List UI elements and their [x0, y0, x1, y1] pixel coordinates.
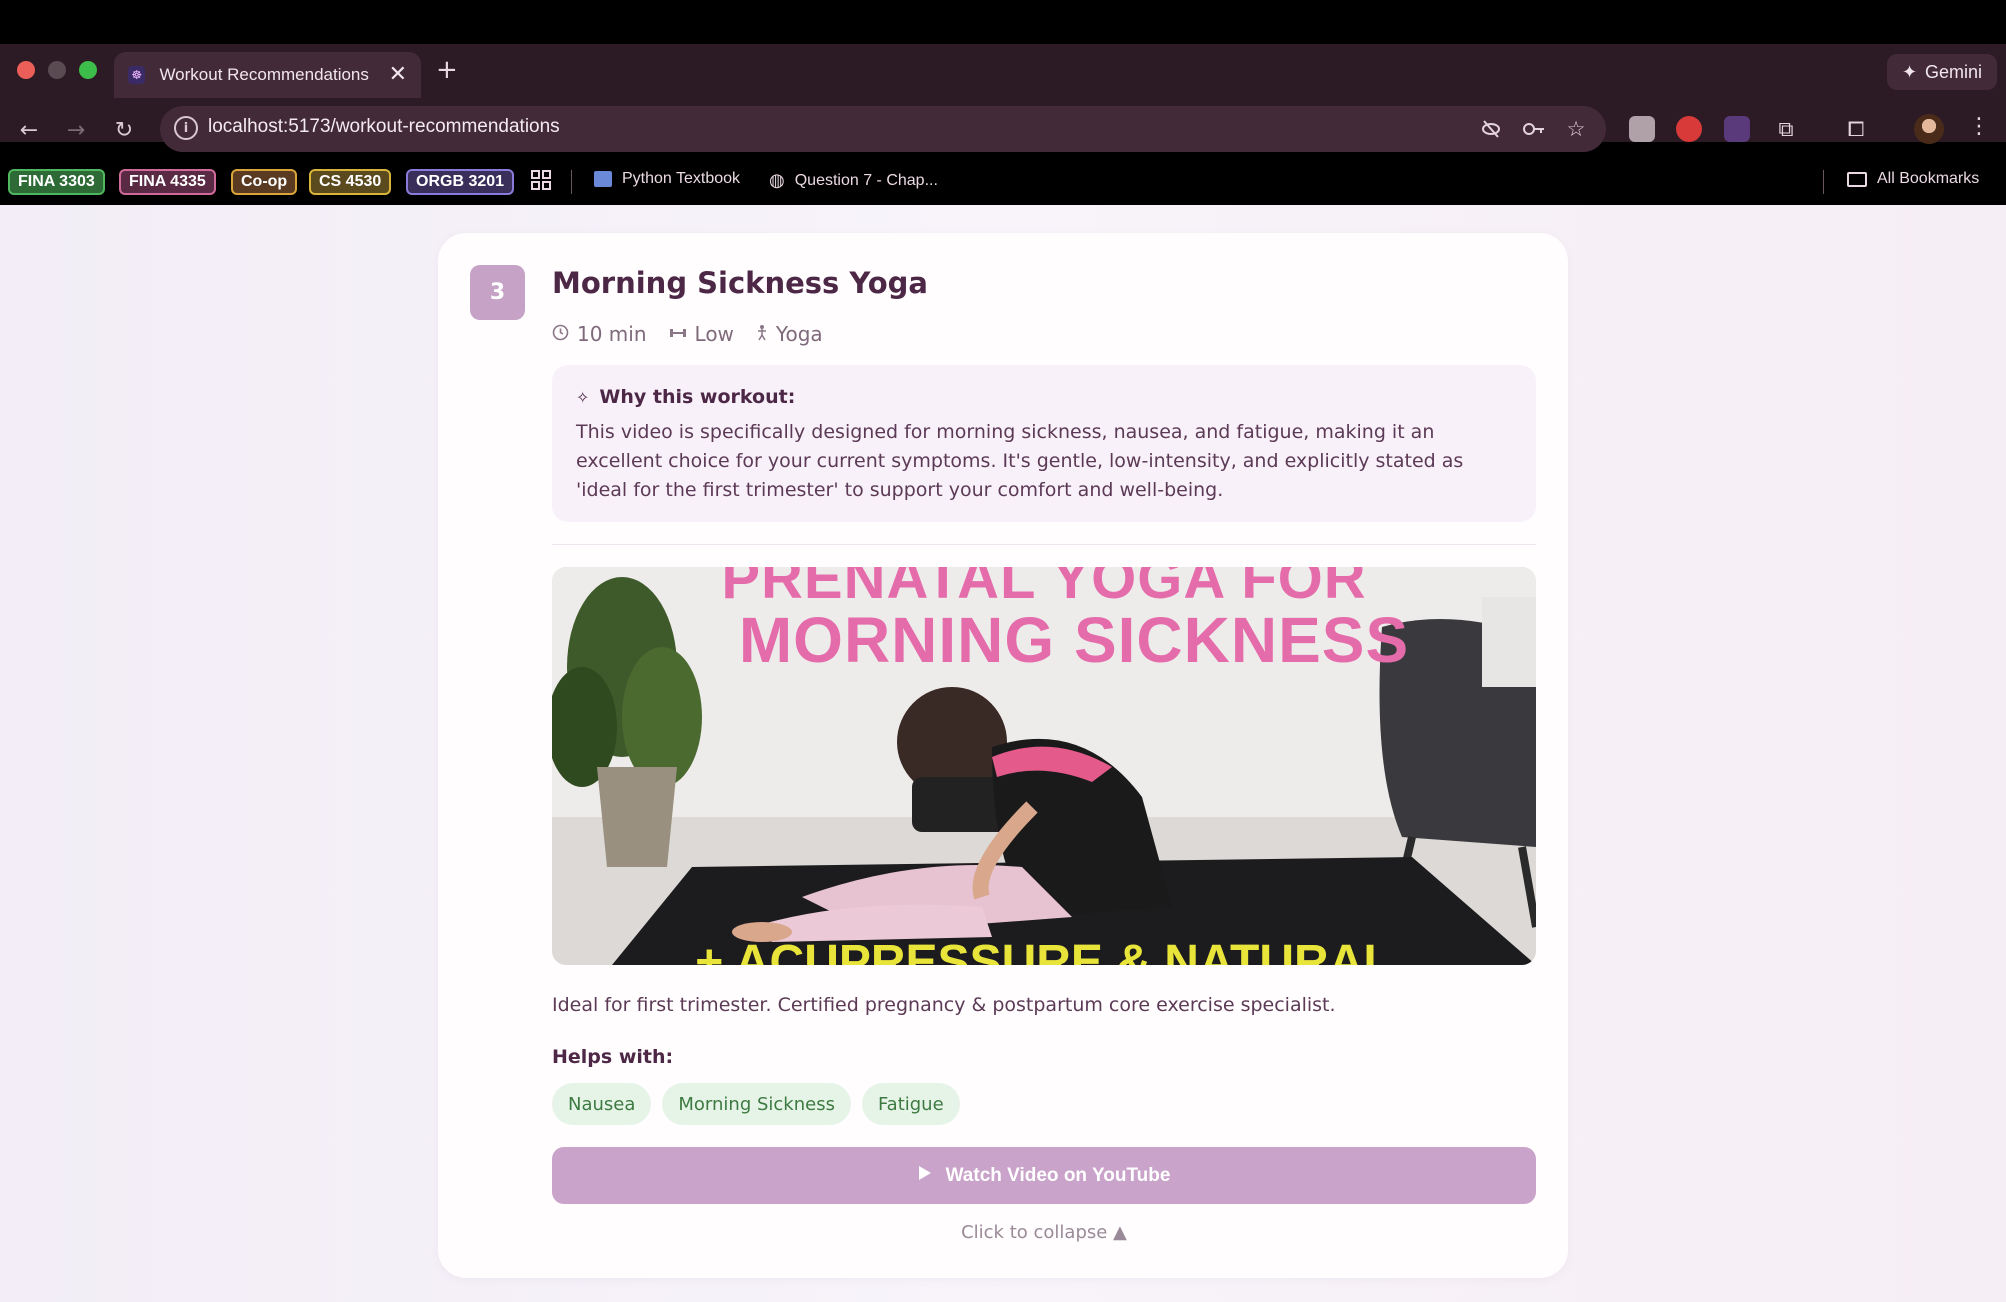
all-bookmarks[interactable]: All Bookmarks — [1847, 170, 1979, 188]
watch-video-label: Watch Video on YouTube — [945, 1164, 1171, 1186]
bookmark-python-textbook[interactable]: Python Textbook — [594, 170, 740, 188]
bookmark-fina-3303[interactable]: FINA 3303 — [8, 169, 105, 195]
bookmark-co-op[interactable]: Co-op — [231, 169, 298, 195]
duration-meta: 10 min — [552, 322, 647, 346]
extension-3-icon[interactable] — [1724, 116, 1750, 142]
sparkle-icon: ✦ — [1901, 61, 1918, 82]
video-thumbnail[interactable]: PRENATAL YOGA FOR MORNING SICKNESS + ACU… — [552, 567, 1536, 965]
menu-bar — [0, 0, 2006, 44]
browser-tab[interactable]: ☸ Workout Recommendations | ✕ — [114, 52, 421, 98]
collapse-toggle[interactable]: Click to collapse ▲ — [552, 1222, 1536, 1243]
url-text[interactable]: localhost:5173/workout-recommendations — [208, 116, 560, 138]
bookmark-separator — [571, 170, 572, 194]
site-info-icon[interactable]: i — [174, 116, 198, 140]
intensity-text: Low — [694, 322, 734, 346]
play-icon — [918, 1165, 932, 1187]
bookmark-label: Python Textbook — [622, 170, 741, 187]
folder-icon — [1847, 171, 1867, 187]
key-icon[interactable] — [1521, 116, 1547, 142]
why-heading: ✧ Why this workout: — [576, 386, 795, 408]
person-icon — [756, 324, 768, 345]
symptom-tags: Nausea Morning Sickness Fatigue — [552, 1083, 960, 1125]
video-title-main: MORNING SICKNESS — [738, 604, 1410, 676]
gemini-button[interactable]: ✦ Gemini — [1887, 54, 1997, 90]
type-meta: Yoga — [756, 322, 823, 346]
back-icon[interactable]: ← — [13, 114, 45, 146]
extension-1-icon[interactable] — [1629, 116, 1655, 142]
all-bookmarks-label: All Bookmarks — [1877, 170, 1980, 187]
sparkles-icon: ✧ — [576, 387, 590, 407]
star-icon[interactable]: ☆ — [1563, 116, 1589, 142]
why-text: This video is specifically designed for … — [576, 421, 1464, 501]
workout-description: Ideal for first trimester. Certified pre… — [552, 994, 1336, 1016]
reload-icon[interactable]: ↻ — [108, 114, 140, 146]
globe-icon: ◍ — [769, 170, 785, 190]
apps-grid-icon[interactable] — [531, 170, 551, 190]
duration-text: 10 min — [577, 322, 647, 346]
workout-meta: 10 min Low Yoga — [552, 322, 823, 346]
tab-favicon-icon: ☸ — [128, 66, 146, 84]
type-text: Yoga — [775, 322, 823, 346]
bookmark-orgb-3201[interactable]: ORGB 3201 — [406, 169, 515, 195]
forward-icon[interactable]: → — [60, 114, 92, 146]
video-title-bottom: + ACUPRESSURE & NATURAL — [695, 936, 1393, 965]
extensions-puzzle-icon[interactable]: ⧉ — [1773, 116, 1799, 142]
close-window-button[interactable] — [17, 61, 35, 79]
helps-with-label: Helps with: — [552, 1046, 674, 1068]
workout-number-badge: 3 — [470, 265, 525, 320]
tab-title: Workout Recommendations | — [159, 65, 375, 84]
eye-slash-icon[interactable] — [1478, 116, 1504, 142]
bookmark-question-7[interactable]: ◍ Question 7 - Chap... — [769, 170, 938, 191]
profile-avatar[interactable] — [1914, 114, 1944, 144]
clock-icon — [552, 324, 569, 345]
tag-nausea: Nausea — [552, 1083, 652, 1125]
monitor-icon — [594, 171, 612, 187]
close-tab-icon[interactable]: ✕ — [389, 64, 407, 86]
intensity-meta: Low — [669, 322, 734, 346]
new-tab-button[interactable]: + — [436, 55, 458, 85]
extension-2-icon[interactable] — [1676, 116, 1702, 142]
why-heading-text: Why this workout: — [599, 386, 796, 408]
watch-video-button[interactable]: Watch Video on YouTube — [552, 1147, 1536, 1204]
minimize-window-button[interactable] — [48, 61, 66, 79]
tab-search-icon[interactable]: ⧠ — [1843, 116, 1869, 142]
maximize-window-button[interactable] — [79, 61, 97, 79]
tag-morning-sickness: Morning Sickness — [662, 1083, 851, 1125]
workout-title: Morning Sickness Yoga — [552, 266, 928, 300]
bookmark-cs-4530[interactable]: CS 4530 — [309, 169, 392, 195]
tag-fatigue: Fatigue — [861, 1083, 960, 1125]
menu-kebab-icon[interactable]: ⋮ — [1968, 114, 1990, 139]
divider — [552, 544, 1536, 545]
bookmark-label: Question 7 - Chap... — [794, 171, 938, 189]
bookmark-fina-4335[interactable]: FINA 4335 — [119, 169, 216, 195]
dumbbell-icon — [669, 325, 687, 344]
gemini-label: Gemini — [1925, 61, 1983, 82]
bookmark-separator — [1823, 170, 1824, 194]
